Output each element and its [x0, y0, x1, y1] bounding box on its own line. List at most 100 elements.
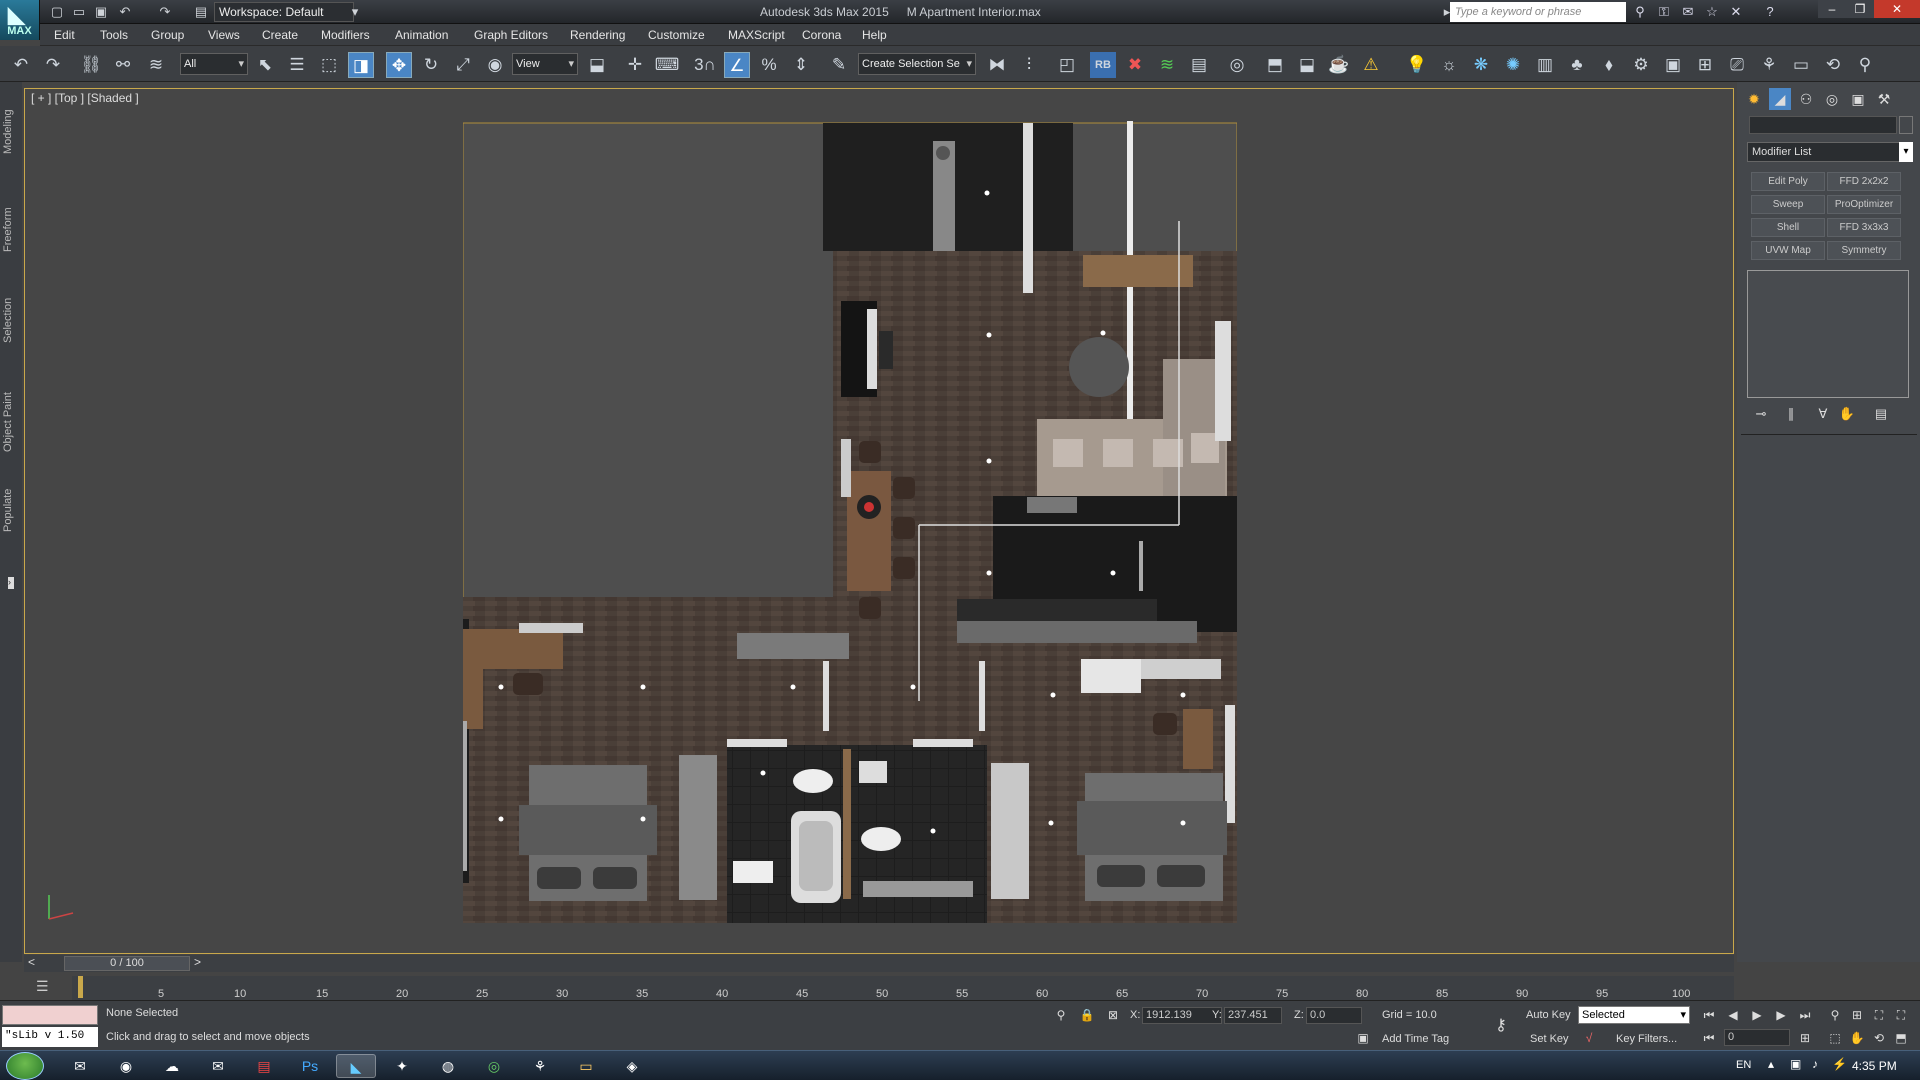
camera-icon[interactable]: ⎚ [1724, 52, 1750, 78]
communication-icon[interactable]: ✉ [1678, 2, 1698, 22]
undo-quick-icon[interactable]: ↶ [116, 3, 134, 21]
save-file-icon[interactable]: ▣ [92, 3, 110, 21]
interactive-render-icon[interactable]: ⊞ [1692, 52, 1718, 78]
menu-group[interactable]: Group [151, 24, 184, 46]
pan-view-icon[interactable]: ✋ [1848, 1029, 1866, 1047]
pin-stack-icon[interactable]: ⊸ [1751, 406, 1771, 424]
edit-named-sel-icon[interactable]: ✎ [826, 52, 852, 78]
start-button[interactable] [6, 1052, 44, 1080]
zoom-all-icon[interactable]: ⊞ [1848, 1006, 1866, 1024]
make-unique-icon[interactable]: ∀ [1813, 406, 1833, 424]
object-color-swatch[interactable] [1899, 116, 1913, 134]
close-x-icon[interactable]: ✕ [1726, 2, 1746, 22]
taskbar-app-icon[interactable]: ✦ [382, 1054, 422, 1078]
menu-edit[interactable]: Edit [54, 24, 75, 46]
taskbar-explorer-icon[interactable]: ▭ [566, 1054, 606, 1078]
select-move-icon[interactable]: ✥ [386, 52, 412, 78]
key-mode-icon[interactable]: √ [1580, 1029, 1598, 1047]
layers-icon[interactable]: ≋ [1154, 52, 1180, 78]
taskbar-network-icon[interactable]: ◍ [428, 1054, 468, 1078]
window-crossing-icon[interactable]: ◨ [348, 52, 374, 78]
orbit-view-icon[interactable]: ⟲ [1870, 1029, 1888, 1047]
tab-populate[interactable]: Populate [2, 480, 20, 540]
configure-sets-icon[interactable]: ▤ [1871, 406, 1891, 424]
utilities-tab-icon[interactable]: ⚒ [1873, 88, 1895, 110]
subscription-icon[interactable]: ⚿ [1654, 2, 1674, 22]
project-folder-icon[interactable]: ▤ [192, 3, 210, 21]
tray-volume-icon[interactable]: ♪ [1812, 1057, 1818, 1071]
select-by-name-icon[interactable]: ☰ [284, 52, 310, 78]
sun-icon[interactable]: ☼ [1436, 52, 1462, 78]
modifier-stack[interactable] [1747, 270, 1909, 398]
key-icon[interactable]: ⚷ [1488, 1017, 1514, 1035]
tab-freeform[interactable]: Freeform [2, 200, 20, 260]
material-editor-icon[interactable]: ⬒ [1262, 52, 1288, 78]
plugin-x-icon[interactable]: ✖ [1122, 52, 1148, 78]
tab-object-paint[interactable]: Object Paint [2, 382, 20, 462]
layer-explorer-icon[interactable]: ◰ [1054, 52, 1080, 78]
percent-snap-icon[interactable]: % [756, 52, 782, 78]
add-time-tag[interactable]: Add Time Tag [1382, 1033, 1449, 1045]
mirror-icon[interactable]: ⧓ [984, 52, 1010, 78]
create-tab-icon[interactable]: ✹ [1743, 88, 1765, 110]
particles-icon[interactable]: ❋ [1468, 52, 1494, 78]
key-filters-button[interactable]: Key Filters... [1616, 1033, 1677, 1045]
keyboard-shortcut-icon[interactable]: ⌨ [654, 52, 680, 78]
schematic-view-icon[interactable]: ◎ [1224, 52, 1250, 78]
app-menu-button[interactable]: ◣ MAX [0, 0, 40, 40]
track-bar[interactable]: 5 10 15 20 25 30 35 40 45 50 55 60 65 70… [72, 976, 1734, 1000]
render-setup-icon[interactable]: ⬓ [1294, 52, 1320, 78]
maxscript-listener-output[interactable] [2, 1005, 98, 1025]
taskbar-skype-icon[interactable]: ☁ [152, 1054, 192, 1078]
tray-arrow-icon[interactable]: ▴ [1768, 1057, 1774, 1071]
lock-selection-icon[interactable]: 🔒 [1078, 1006, 1096, 1024]
warning-icon[interactable]: ⚠ [1358, 52, 1384, 78]
select-object-icon[interactable]: ⬉ [252, 52, 278, 78]
undo-icon[interactable]: ↶ [8, 52, 34, 78]
spinner-snap-icon[interactable]: ⇕ [788, 52, 814, 78]
favorites-star-icon[interactable]: ☆ [1702, 2, 1722, 22]
display-tab-icon[interactable]: ▣ [1847, 88, 1869, 110]
x-coord-field[interactable]: 1912.139 [1142, 1007, 1222, 1024]
library-icon[interactable]: ▥ [1532, 52, 1558, 78]
workspace-dropdown[interactable]: Workspace: Default [214, 2, 354, 22]
isolate-icon[interactable]: ⚲ [1052, 1006, 1070, 1024]
current-frame-field[interactable]: 0 [1724, 1029, 1790, 1046]
maxscript-mini-listener[interactable]: "sLib v 1.50 [2, 1027, 98, 1047]
unlink-icon[interactable]: ⚯ [110, 52, 136, 78]
redo-quick-icon[interactable]: ↷ [156, 3, 174, 21]
key-mode-toggle-icon[interactable]: ⏮ [1700, 1029, 1718, 1047]
maximize-viewport-icon[interactable]: ⬒ [1892, 1029, 1910, 1047]
menu-modifiers[interactable]: Modifiers [321, 24, 370, 46]
link-icon[interactable]: ⛓ [78, 52, 104, 78]
minimize-button[interactable]: – [1818, 0, 1846, 18]
modifier-edit-poly-button[interactable]: Edit Poly [1751, 172, 1825, 191]
proxy-icon[interactable]: ⬧ [1596, 52, 1622, 78]
current-frame-marker[interactable] [78, 976, 83, 998]
selection-filter-dropdown[interactable]: All [180, 53, 248, 75]
modifier-sweep-button[interactable]: Sweep [1751, 195, 1825, 214]
menu-tools[interactable]: Tools [100, 24, 128, 46]
auto-key-button[interactable]: Auto Key [1526, 1009, 1571, 1021]
named-selection-dropdown[interactable]: Create Selection Se [858, 53, 976, 75]
taskbar-acrobat-icon[interactable]: ▤ [244, 1054, 284, 1078]
render-teapot-icon[interactable]: ☕ [1326, 52, 1352, 78]
snap-toggle-icon[interactable]: 3∩ [692, 52, 718, 78]
show-end-result-icon[interactable]: ∥ [1781, 406, 1801, 424]
time-slider[interactable]: < 0 / 100 > [24, 955, 1734, 972]
gear-icon[interactable]: ⚙ [1628, 52, 1654, 78]
object-name-field[interactable] [1749, 116, 1897, 134]
ref-coord-dropdown[interactable]: View [512, 53, 578, 75]
taskbar-outlook-icon[interactable]: ✉ [60, 1054, 100, 1078]
physical-camera-icon[interactable]: ⚘ [1756, 52, 1782, 78]
menu-maxscript[interactable]: MAXScript [728, 24, 785, 46]
remove-modifier-icon[interactable]: ✋ [1837, 406, 1857, 424]
modifier-ffd2-button[interactable]: FFD 2x2x2 [1827, 172, 1901, 191]
maximize-button[interactable]: ❐ [1846, 0, 1874, 18]
taskbar-green-icon[interactable]: ◎ [474, 1054, 514, 1078]
play-icon[interactable]: ▶ [1748, 1006, 1766, 1024]
pivot-center-icon[interactable]: ⬓ [584, 52, 610, 78]
viewport-label[interactable]: [ + ] [Top ] [Shaded ] [31, 91, 139, 105]
manipulate-icon[interactable]: ✛ [622, 52, 648, 78]
tab-selection[interactable]: Selection [2, 290, 20, 350]
